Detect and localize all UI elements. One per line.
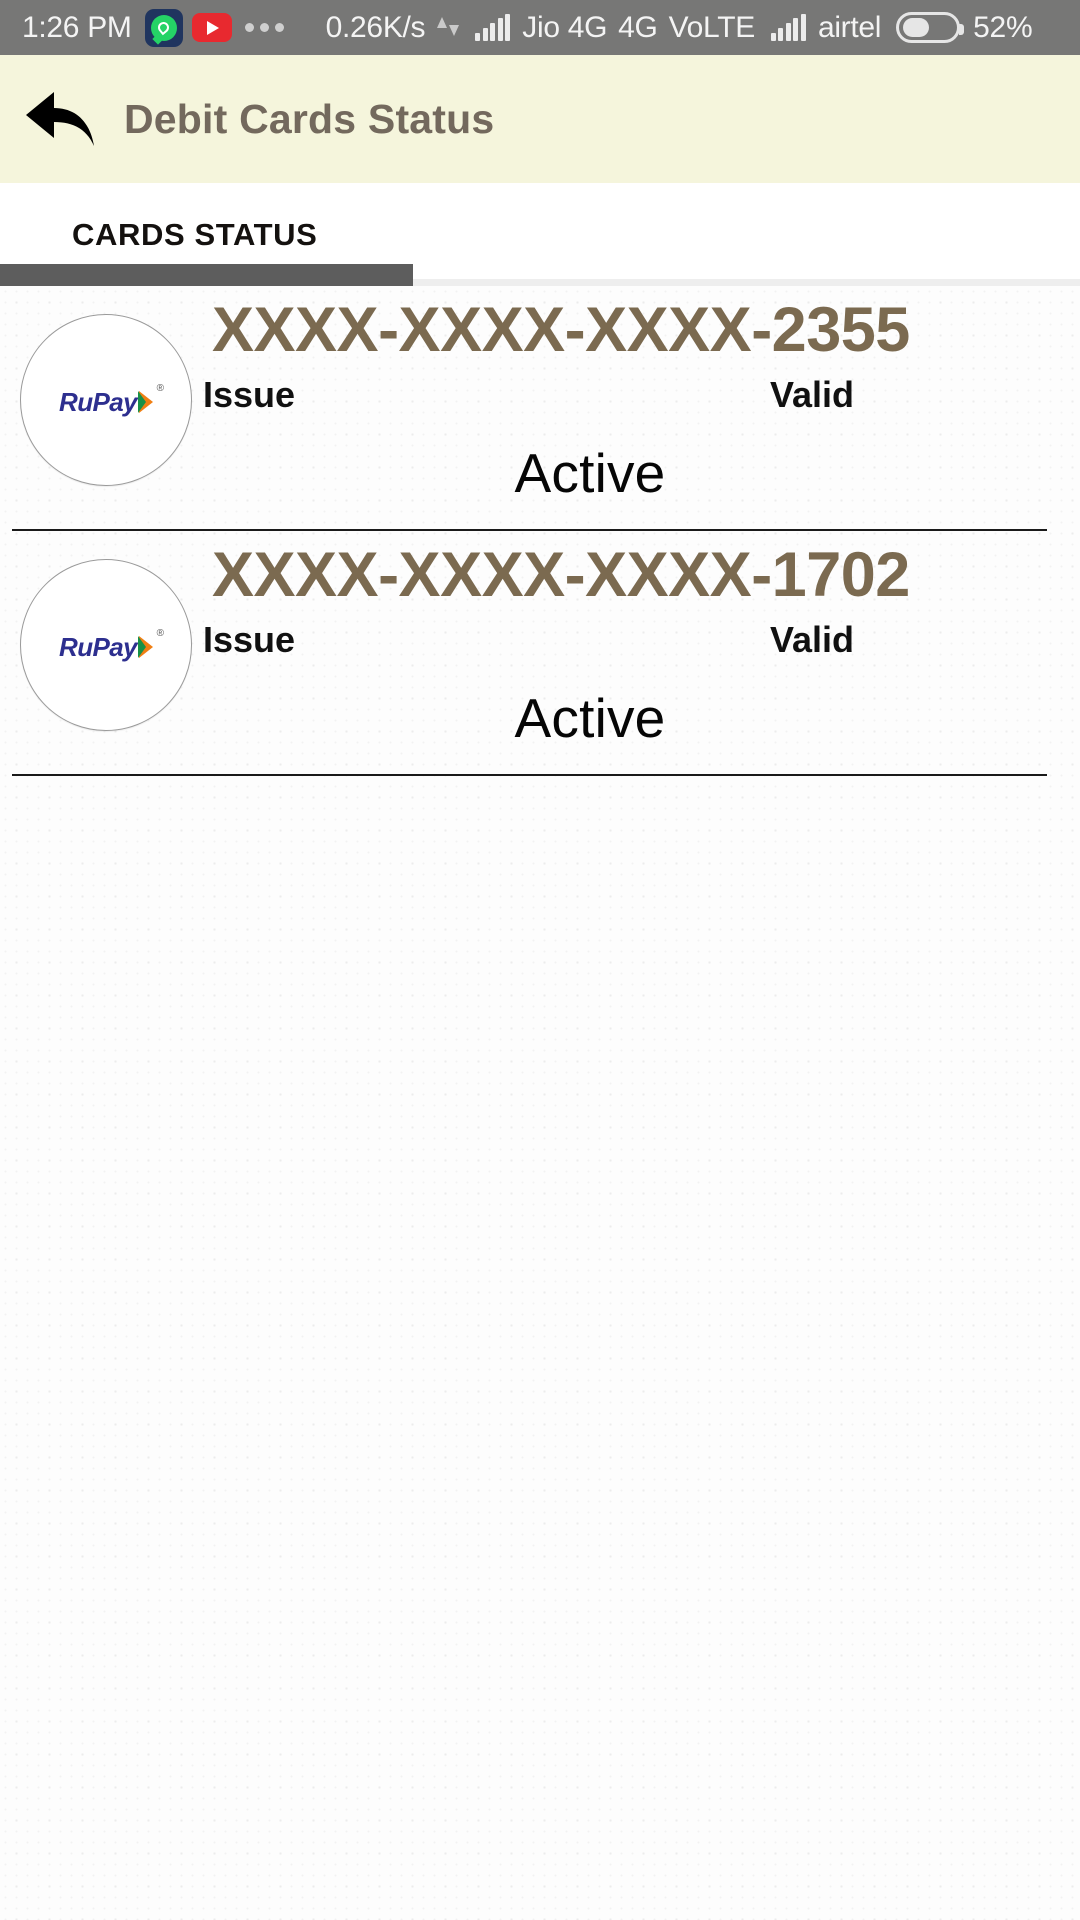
back-arrow-glyph — [26, 92, 94, 146]
battery-icon — [896, 12, 965, 43]
status-bar-notification-icons — [144, 8, 284, 47]
rupay-logo-text: RuPay — [59, 386, 138, 417]
tab-cards-status[interactable]: CARDS STATUS — [0, 217, 317, 253]
valid-label: Valid — [770, 619, 855, 660]
status-bar-network-speed: 0.26K/s — [325, 10, 426, 44]
card-issue-column: Issue — [200, 619, 630, 675]
status-bar-battery-percent: 52% — [973, 10, 1033, 44]
signal-bars-icon-jio — [475, 13, 511, 41]
rupay-logo-mark: RuPay ® — [59, 628, 164, 663]
rupay-arrow-icon — [137, 636, 153, 658]
signal-bars-icon-airtel — [770, 13, 806, 41]
status-bar-network-type: 4G — [618, 10, 658, 44]
cards-list: RuPay ® XXXX-XXXX-XXXX-2355 Issue Valid … — [0, 286, 1080, 1920]
tab-active-indicator — [0, 264, 413, 286]
status-bar-carrier-airtel: airtel — [817, 10, 882, 44]
status-bar-volte-label: VoLTE — [668, 10, 756, 44]
card-valid-column: Valid — [630, 374, 1060, 430]
card-number: XXXX-XXXX-XXXX-2355 — [212, 295, 910, 365]
back-arrow-icon[interactable] — [18, 77, 102, 161]
issue-value — [200, 665, 630, 675]
card-row[interactable]: RuPay ® XXXX-XXXX-XXXX-2355 Issue Valid … — [0, 286, 1080, 531]
rupay-arrow-icon — [137, 391, 153, 413]
card-issue-column: Issue — [200, 374, 630, 430]
card-divider — [12, 774, 1047, 776]
card-number: XXXX-XXXX-XXXX-1702 — [212, 540, 910, 610]
card-valid-column: Valid — [630, 619, 1060, 675]
valid-value — [630, 420, 1060, 430]
issue-label: Issue — [203, 374, 296, 415]
issue-label: Issue — [203, 619, 296, 660]
card-meta-row: Issue Valid — [200, 374, 1060, 430]
registered-mark-icon: ® — [156, 627, 164, 639]
up-down-arrows-icon — [437, 13, 460, 43]
youtube-icon — [191, 13, 232, 42]
valid-value — [630, 665, 1060, 675]
rupay-logo-mark: RuPay ® — [59, 383, 164, 418]
registered-mark-icon: ® — [156, 382, 164, 394]
whatsapp-icon — [144, 8, 183, 47]
rupay-logo-icon: RuPay ® — [20, 559, 192, 731]
rupay-logo-text: RuPay — [59, 631, 138, 662]
status-bar: 1:26 PM 0.26K/s Jio 4G 4G VoLTE airtel 5… — [0, 0, 1080, 55]
card-row[interactable]: RuPay ® XXXX-XXXX-XXXX-1702 Issue Valid … — [0, 531, 1080, 776]
rupay-logo-icon: RuPay ® — [20, 314, 192, 486]
issue-value — [200, 420, 630, 430]
card-meta-row: Issue Valid — [200, 619, 1060, 675]
status-bar-clock: 1:26 PM — [22, 10, 132, 44]
card-status-badge: Active — [514, 442, 666, 504]
card-status-badge: Active — [514, 687, 666, 749]
more-dots-icon — [244, 23, 284, 32]
status-bar-carrier-jio: Jio 4G — [522, 10, 608, 44]
tab-strip: CARDS STATUS — [0, 183, 1080, 286]
page-title: Debit Cards Status — [124, 95, 495, 142]
valid-label: Valid — [770, 374, 855, 415]
app-bar: Debit Cards Status — [0, 55, 1080, 183]
